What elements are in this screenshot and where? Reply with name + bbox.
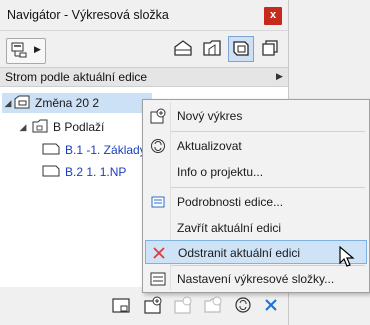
new-folder-icon [203,296,223,317]
new-layout-icon [111,296,131,317]
menu-item-label: Podrobnosti edice... [177,195,284,209]
folder-icon [32,119,48,136]
menu-item-new-drawing[interactable]: Nový výkres [145,104,367,128]
view-map-icon [202,39,222,60]
settings-icon [150,271,166,287]
menu-item-close-issue[interactable]: Zavřít aktuální edici [145,216,367,240]
close-button[interactable]: x [264,7,282,25]
context-menu: Nový výkres Aktualizovat Info o projektu… [142,99,370,293]
chevron-right-icon: ▶ [276,71,283,81]
drawing-icon [42,143,60,158]
expand-arrow-icon[interactable]: ◢ [17,122,29,133]
menu-item-layout-book-settings[interactable]: Nastavení výkresové složky... [145,267,367,291]
title-bar: Navigátor - Výkresová složka x [0,0,288,30]
publisher-sets-button[interactable] [257,36,283,62]
project-tree-button[interactable]: ▶ [6,38,46,64]
menu-item-delete-issue[interactable]: Odstranit aktuální edici [145,240,367,264]
refresh-icon [234,296,252,317]
info-icon [150,164,166,180]
delete-button[interactable] [260,295,282,317]
chevron-right-icon: ▶ [34,44,41,54]
new-subset-button[interactable] [172,295,194,317]
view-map-button[interactable] [199,36,225,62]
menu-item-label: Nový výkres [177,109,243,123]
toolbar: ▶ [0,30,288,69]
menu-separator [171,131,365,132]
tree-view-selector-label: Strom podle aktuální edice [5,70,148,84]
mouse-cursor-icon [339,245,355,271]
revision-icon [14,95,30,112]
project-tree-icon [11,42,29,61]
menu-item-project-info[interactable]: Info o projektu... [145,160,367,184]
menu-separator [171,187,365,188]
menu-item-label: Info o projektu... [177,165,264,179]
menu-item-label: Odstranit aktuální edici [178,246,301,260]
new-drawing-button[interactable] [142,295,164,317]
publisher-sets-icon [260,39,280,60]
tree-item-revision[interactable]: ◢ Změna 20 2 [2,93,152,113]
menu-separator [171,265,365,266]
delete-icon [151,245,167,261]
tree-item-drawing[interactable]: B.1 -1. Základy [42,140,146,160]
new-drawing-icon [143,296,163,317]
new-drawing-icon [150,108,166,124]
new-subset-icon [173,296,193,317]
tree-item-folder[interactable]: ◢ B Podlaží [17,117,104,137]
tree-item-label: B.1 -1. Základy [65,143,146,157]
tree-item-label: B.2 1. 1.NP [65,165,127,179]
delete-icon [264,298,278,315]
drawing-icon [42,165,60,180]
new-layout-button[interactable] [110,295,132,317]
close-issue-icon [150,220,166,236]
menu-item-label: Zavřít aktuální edici [177,221,282,235]
new-folder-button[interactable] [202,295,224,317]
layout-book-button[interactable] [228,36,254,62]
expand-arrow-icon[interactable]: ◢ [2,98,14,109]
tree-item-label: B Podlaží [53,120,105,134]
tree-view-selector[interactable]: Strom podle aktuální edice ▶ [0,67,288,87]
update-button[interactable] [232,295,254,317]
menu-item-update[interactable]: Aktualizovat [145,134,367,158]
window-title: Navigátor - Výkresová složka [7,8,169,22]
layout-book-icon [231,39,251,60]
refresh-icon [150,138,166,154]
details-icon [150,194,166,210]
menu-item-label: Nastavení výkresové složky... [177,272,335,286]
tree-item-label: Změna 20 2 [35,96,100,110]
tree-item-drawing[interactable]: B.2 1. 1.NP [42,162,126,182]
menu-item-issue-details[interactable]: Podrobnosti edice... [145,190,367,214]
menu-item-label: Aktualizovat [177,139,242,153]
project-map-icon [173,39,193,60]
project-map-button[interactable] [170,36,196,62]
